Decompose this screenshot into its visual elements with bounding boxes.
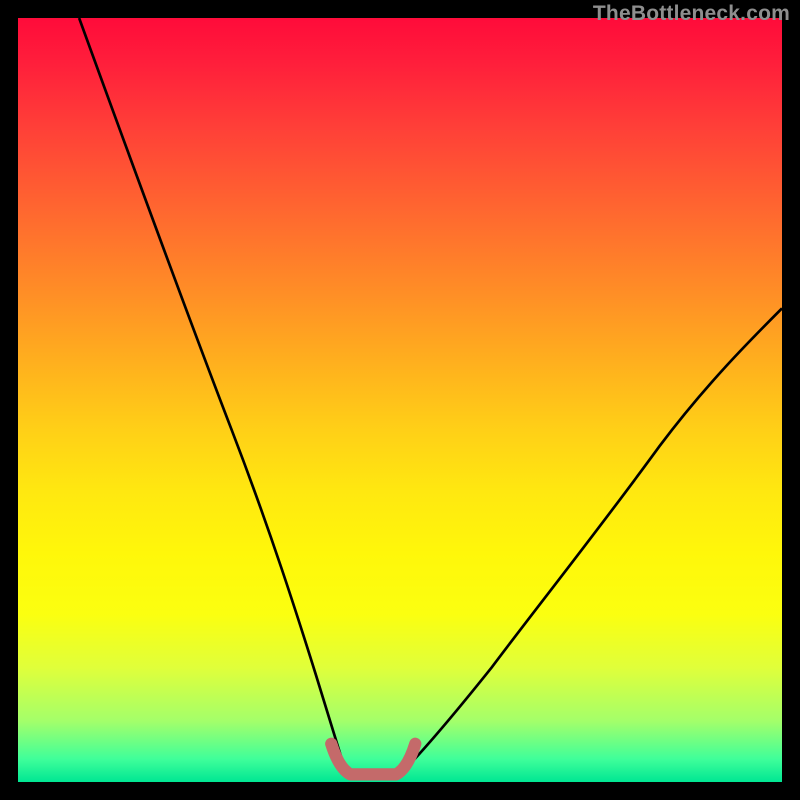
curve-right [400,308,782,774]
curve-left [79,18,346,774]
bracket-highlight [331,744,415,775]
plot-area [18,18,782,782]
chart-frame: TheBottleneck.com [0,0,800,800]
curves-svg [18,18,782,782]
watermark-text: TheBottleneck.com [593,2,790,26]
